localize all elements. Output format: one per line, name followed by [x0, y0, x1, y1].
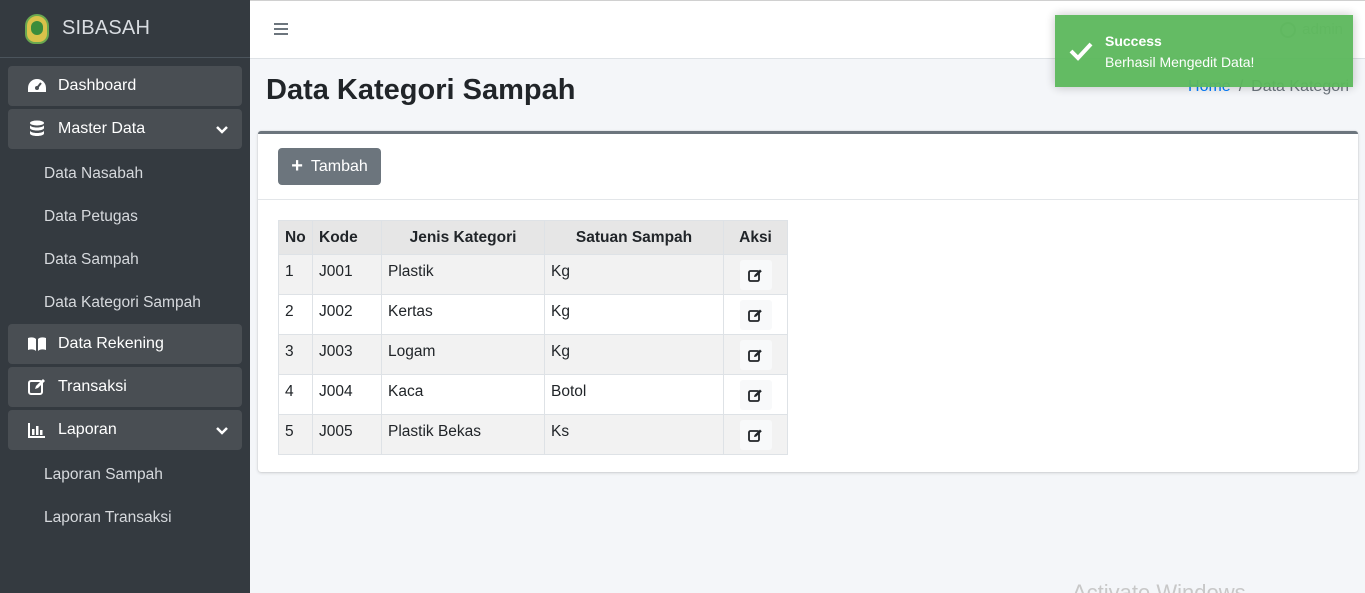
- sidebar-item-data-rekening[interactable]: Data Rekening: [8, 324, 242, 364]
- tachometer-icon: [26, 77, 48, 95]
- edit-button[interactable]: [739, 379, 772, 410]
- table-row: 5 J005 Plastik Bekas Ks: [278, 414, 788, 455]
- table-row: 3 J003 Logam Kg: [278, 334, 788, 375]
- edit-icon: [748, 269, 762, 282]
- cell-jenis: Plastik Bekas: [381, 414, 545, 455]
- success-toast[interactable]: Success Berhasil Mengedit Data!: [1055, 15, 1353, 87]
- edit-icon: [748, 309, 762, 322]
- cell-kode: J004: [312, 374, 382, 415]
- sidebar: SIBASAH Dashboard Master Data Data Nasab…: [0, 0, 250, 593]
- cell-kode: J003: [312, 334, 382, 375]
- data-card: + Tambah No Kode Jenis Kategori Satuan S…: [258, 131, 1358, 472]
- cell-jenis: Kertas: [381, 294, 545, 335]
- database-icon: [26, 120, 48, 138]
- cell-aksi: [723, 294, 788, 335]
- column-header-kode: Kode: [312, 220, 382, 255]
- add-button-label: Tambah: [310, 157, 368, 175]
- cell-satuan: Kg: [544, 254, 724, 295]
- cell-no: 4: [278, 374, 313, 415]
- table-row: 4 J004 Kaca Botol: [278, 374, 788, 415]
- cell-satuan: Kg: [544, 334, 724, 375]
- card-header: + Tambah: [258, 134, 1358, 200]
- cell-satuan: Botol: [544, 374, 724, 415]
- cell-aksi: [723, 334, 788, 375]
- kategori-table: No Kode Jenis Kategori Satuan Sampah Aks…: [278, 220, 788, 455]
- sidebar-item-master-data[interactable]: Master Data: [8, 109, 242, 149]
- check-icon: [1069, 41, 1093, 66]
- sidebar-item-label: Laporan: [58, 421, 117, 438]
- edit-icon: [748, 349, 762, 362]
- chevron-down-icon: [216, 122, 228, 140]
- column-header-no: No: [278, 220, 313, 255]
- edit-button[interactable]: [739, 299, 772, 330]
- toast-message: Berhasil Mengedit Data!: [1105, 54, 1255, 70]
- sidebar-item-laporan[interactable]: Laporan: [8, 410, 242, 450]
- column-header-satuan-sampah: Satuan Sampah: [544, 220, 724, 255]
- cell-no: 1: [278, 254, 313, 295]
- cell-kode: J001: [312, 254, 382, 295]
- sidebar-item-data-petugas[interactable]: Data Petugas: [8, 195, 242, 238]
- edit-button[interactable]: [739, 259, 772, 290]
- table-header-row: No Kode Jenis Kategori Satuan Sampah Aks…: [278, 220, 788, 255]
- cell-kode: J005: [312, 414, 382, 455]
- cell-no: 5: [278, 414, 313, 455]
- edit-icon: [748, 429, 762, 442]
- column-header-jenis-kategori: Jenis Kategori: [381, 220, 545, 255]
- edit-button[interactable]: [739, 339, 772, 370]
- cell-aksi: [723, 254, 788, 295]
- cell-jenis: Logam: [381, 334, 545, 375]
- logo-emblem-icon: [22, 12, 52, 46]
- cell-no: 2: [278, 294, 313, 335]
- sidebar-item-laporan-sampah[interactable]: Laporan Sampah: [8, 453, 242, 496]
- edit-icon: [748, 389, 762, 402]
- sidebar-item-label: Transaksi: [58, 378, 127, 395]
- sidebar-item-label: Master Data: [58, 120, 146, 137]
- brand-name: SIBASAH: [62, 17, 151, 39]
- sidebar-item-laporan-transaksi[interactable]: Laporan Transaksi: [8, 496, 242, 539]
- table-row: 1 J001 Plastik Kg: [278, 254, 788, 295]
- brand-link[interactable]: SIBASAH: [0, 0, 250, 58]
- plus-icon: +: [291, 154, 303, 177]
- table-row: 2 J002 Kertas Kg: [278, 294, 788, 335]
- windows-activation-watermark: Activate Windows: [1072, 580, 1246, 593]
- chart-bar-icon: [26, 421, 48, 439]
- sidebar-item-data-sampah[interactable]: Data Sampah: [8, 238, 242, 281]
- edit-button[interactable]: [739, 419, 772, 450]
- sidebar-item-data-kategori-sampah[interactable]: Data Kategori Sampah: [8, 281, 242, 324]
- column-header-aksi: Aksi: [723, 220, 788, 255]
- add-button[interactable]: + Tambah: [278, 148, 381, 185]
- sidebar-item-transaksi[interactable]: Transaksi: [8, 367, 242, 407]
- cell-satuan: Ks: [544, 414, 724, 455]
- sidebar-item-data-nasabah[interactable]: Data Nasabah: [8, 152, 242, 195]
- cell-no: 3: [278, 334, 313, 375]
- sidebar-nav: Dashboard Master Data Data Nasabah Data …: [0, 58, 250, 539]
- cell-kode: J002: [312, 294, 382, 335]
- chevron-down-icon: [216, 423, 228, 441]
- cell-jenis: Plastik: [381, 254, 545, 295]
- cell-aksi: [723, 374, 788, 415]
- page-title: Data Kategori Sampah: [266, 74, 576, 106]
- sidebar-item-dashboard[interactable]: Dashboard: [8, 66, 242, 106]
- sidebar-item-label: Data Rekening: [58, 335, 164, 352]
- sidebar-item-label: Dashboard: [58, 77, 137, 94]
- cell-aksi: [723, 414, 788, 455]
- book-icon: [26, 335, 48, 353]
- toast-title: Success: [1105, 33, 1162, 49]
- cell-satuan: Kg: [544, 294, 724, 335]
- cell-jenis: Kaca: [381, 374, 545, 415]
- edit-icon: [26, 378, 48, 396]
- hamburger-menu-icon[interactable]: [274, 23, 288, 37]
